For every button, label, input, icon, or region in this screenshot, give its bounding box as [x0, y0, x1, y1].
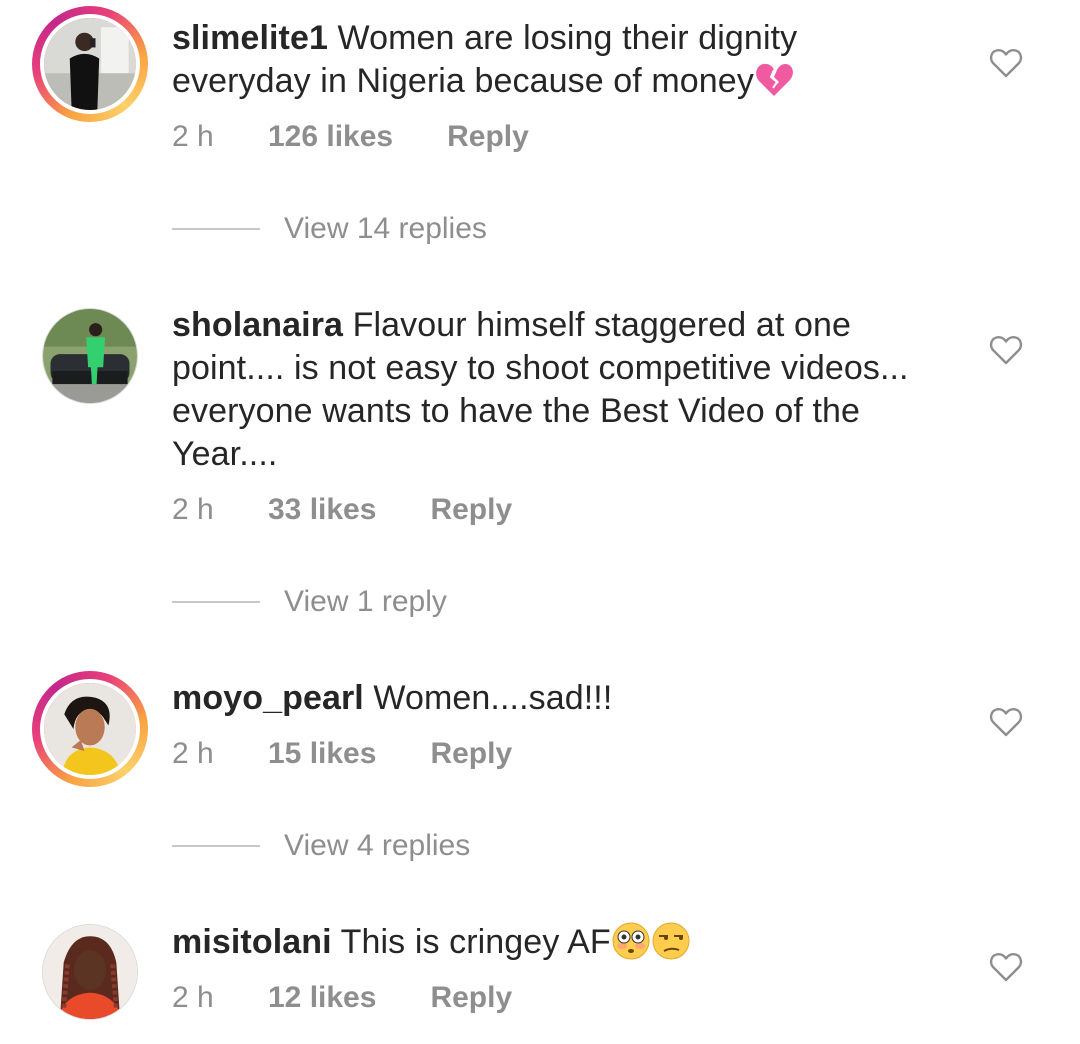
heart-outline-icon[interactable]	[988, 949, 1024, 985]
divider-line	[172, 601, 260, 603]
avatar	[40, 679, 140, 779]
avatar-container[interactable]	[32, 914, 148, 1030]
reply-button[interactable]: Reply	[430, 493, 512, 527]
comment-username[interactable]: sholanaira	[172, 306, 343, 344]
heart-outline-icon[interactable]	[988, 45, 1024, 81]
comment-meta: 2 h 126 likes Reply	[172, 120, 529, 154]
avatar-image	[43, 925, 137, 1019]
comment-likes[interactable]: 15 likes	[268, 737, 376, 771]
comment-username[interactable]: misitolani	[172, 923, 332, 961]
comment-time: 2 h	[172, 493, 214, 526]
flushed-face-icon	[611, 921, 651, 961]
view-replies-button[interactable]: View 4 replies	[172, 829, 470, 863]
comment-text: Women....sad!!!	[363, 679, 613, 717]
comment-body: misitolani This is cringey AF	[172, 921, 912, 964]
avatar	[42, 308, 138, 404]
comment-meta: 2 h 15 likes Reply	[172, 737, 512, 771]
comment-time: 2 h	[172, 120, 214, 153]
comment-username[interactable]: moyo_pearl	[172, 679, 364, 717]
comment-body: slimelite1 Women are losing their dignit…	[172, 17, 912, 103]
broken-heart-icon	[754, 60, 794, 100]
reply-button[interactable]: Reply	[430, 981, 512, 1015]
comment-meta: 2 h 12 likes Reply	[172, 981, 512, 1015]
comment-time: 2 h	[172, 981, 214, 1014]
comment-likes[interactable]: 33 likes	[268, 493, 376, 527]
view-replies-button[interactable]: View 14 replies	[172, 212, 487, 246]
view-replies-label: View 1 reply	[284, 585, 447, 618]
avatar	[40, 14, 140, 114]
avatar-story-ring[interactable]	[32, 671, 148, 787]
comment-likes[interactable]: 12 likes	[268, 981, 376, 1015]
heart-outline-icon[interactable]	[988, 704, 1024, 740]
comment-time: 2 h	[172, 737, 214, 770]
reply-button[interactable]: Reply	[430, 737, 512, 771]
avatar	[42, 924, 138, 1020]
comment-likes[interactable]: 126 likes	[268, 120, 393, 154]
avatar-image	[44, 18, 136, 110]
comment-body: moyo_pearl Women....sad!!!	[172, 677, 912, 720]
reply-button[interactable]: Reply	[447, 120, 529, 154]
comment-body: sholanaira Flavour himself staggered at …	[172, 304, 912, 476]
avatar-container[interactable]	[32, 298, 148, 414]
view-replies-label: View 4 replies	[284, 829, 471, 862]
view-replies-label: View 14 replies	[284, 212, 487, 245]
comment-username[interactable]: slimelite1	[172, 19, 328, 57]
avatar-story-ring[interactable]	[32, 6, 148, 122]
divider-line	[172, 228, 260, 230]
comment-meta: 2 h 33 likes Reply	[172, 493, 512, 527]
avatar-image	[43, 309, 137, 403]
avatar-image	[44, 683, 136, 775]
unamused-face-icon	[651, 921, 691, 961]
heart-outline-icon[interactable]	[988, 332, 1024, 368]
view-replies-button[interactable]: View 1 reply	[172, 585, 447, 619]
divider-line	[172, 845, 260, 847]
comment-text: This is cringey AF	[331, 923, 611, 961]
